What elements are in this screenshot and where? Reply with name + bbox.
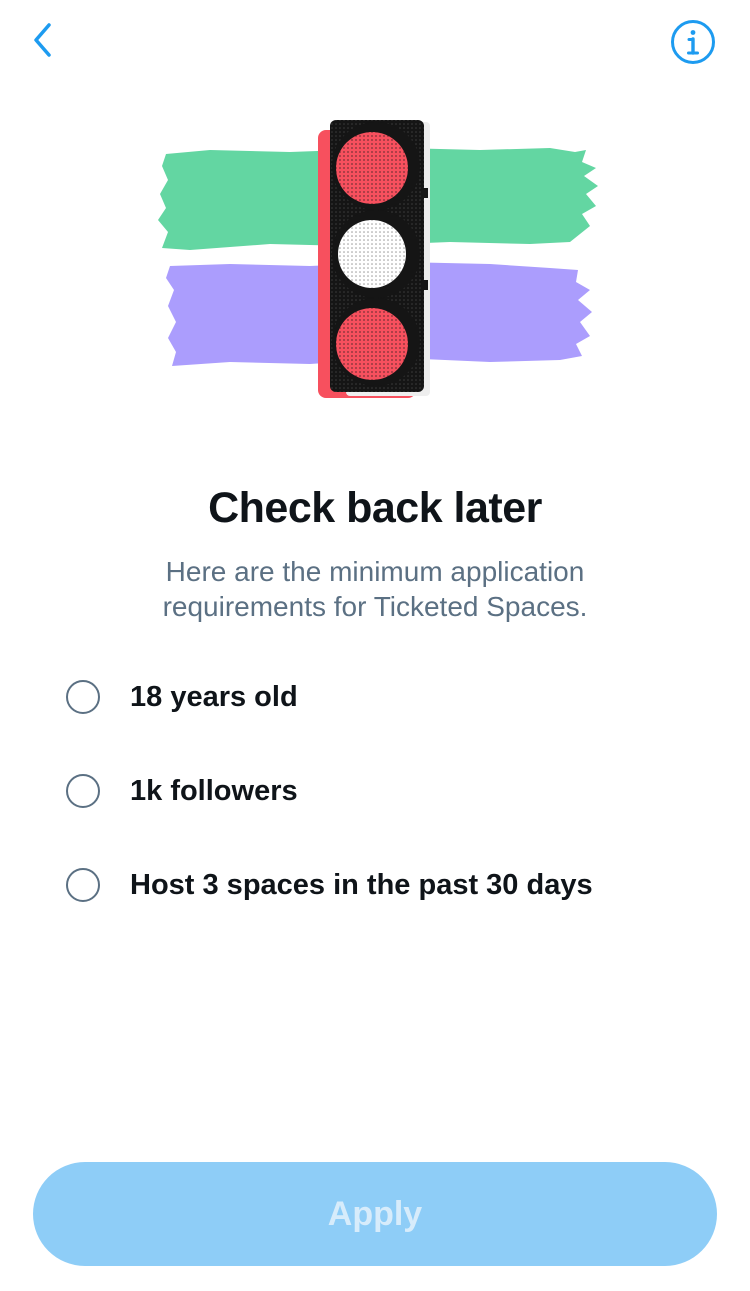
page-subtitle: Here are the minimum application require… <box>100 554 650 624</box>
back-button[interactable] <box>20 18 64 62</box>
traffic-light-illustration <box>150 110 610 410</box>
requirement-label: 18 years old <box>130 681 298 713</box>
requirement-item-followers: 1k followers <box>66 762 706 856</box>
requirements-list: 18 years old 1k followers Host 3 spaces … <box>66 668 706 950</box>
unchecked-radio-icon <box>66 868 100 902</box>
apply-button-label: Apply <box>327 1194 423 1233</box>
requirement-label: Host 3 spaces in the past 30 days <box>130 869 593 901</box>
requirement-label: 1k followers <box>130 775 298 807</box>
subtitle-line-2: requirements for Ticketed Spaces. <box>162 591 588 622</box>
apply-button[interactable]: Apply <box>33 1162 717 1266</box>
page-title: Check back later <box>208 484 542 532</box>
unchecked-radio-icon <box>66 774 100 808</box>
unchecked-radio-icon <box>66 680 100 714</box>
requirement-item-age: 18 years old <box>66 668 706 762</box>
chevron-left-icon <box>34 23 51 57</box>
info-button[interactable] <box>668 17 718 67</box>
info-circle-icon <box>671 20 715 64</box>
subtitle-line-1: Here are the minimum application <box>165 556 585 587</box>
requirement-item-hosted-spaces: Host 3 spaces in the past 30 days <box>66 856 706 950</box>
